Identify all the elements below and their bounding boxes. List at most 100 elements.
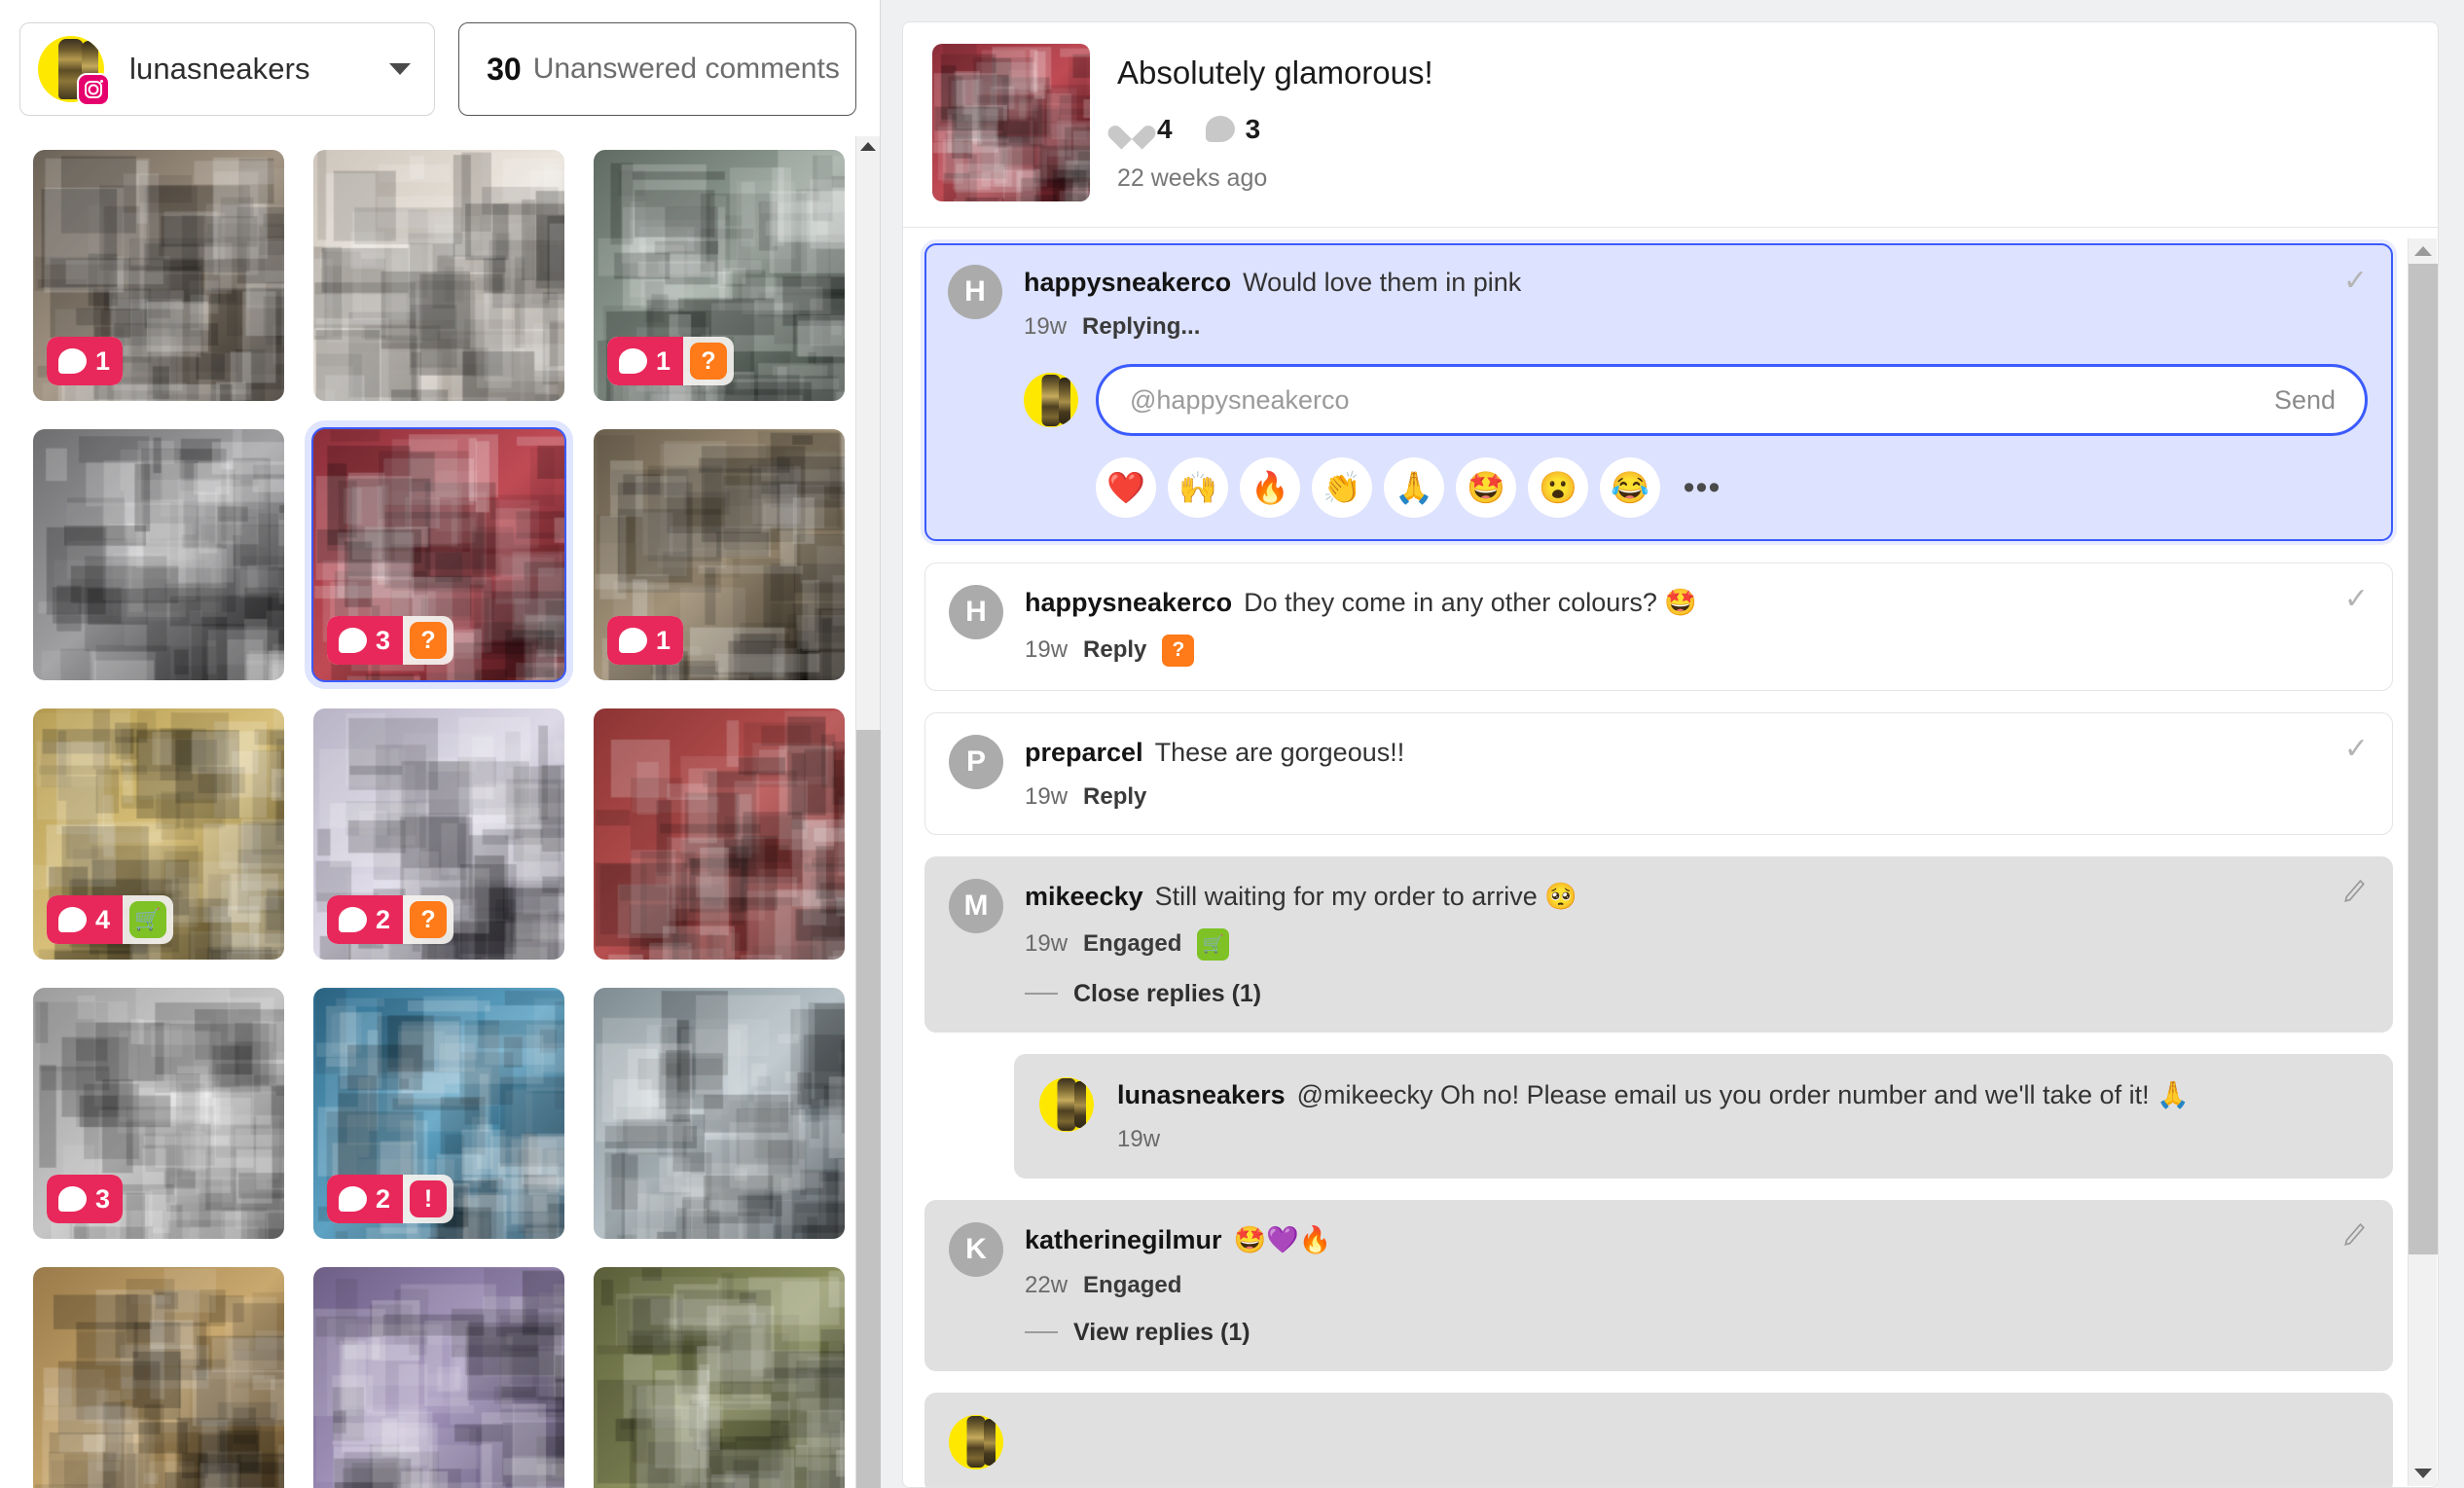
triangle-up-icon[interactable] — [2413, 246, 2432, 256]
comment-bubble-icon — [58, 1186, 87, 1212]
comment-action-reply[interactable]: Reply — [1083, 636, 1146, 664]
reply-input[interactable]: @happysneakerco Send — [1096, 364, 2368, 437]
comment-timestamp: 19w — [1024, 313, 1068, 341]
more-emoji-button[interactable]: ••• — [1672, 457, 1732, 518]
pencil-icon[interactable] — [2341, 877, 2367, 906]
comment-count-badge: 4 — [47, 895, 124, 944]
nested-reply-username[interactable]: lunasneakers — [1117, 1080, 1286, 1109]
media-panel: lunasneakers 30 Unanswered comments 1 1? 3… — [0, 0, 881, 1488]
media-grid-item[interactable]: 1? — [594, 150, 845, 401]
check-icon[interactable]: ✓ — [2343, 267, 2368, 296]
comment-count: 3 — [1245, 113, 1261, 144]
comment-item[interactable] — [924, 1392, 2393, 1487]
triangle-up-icon[interactable] — [860, 142, 876, 151]
like-stat: 4 — [1117, 114, 1173, 145]
media-thumbnail — [594, 1267, 845, 1488]
emoji-button-2[interactable]: 🙌 — [1168, 457, 1228, 519]
comment-count-badge: 1 — [607, 616, 684, 665]
comment-text: These are gorgeous!! — [1154, 737, 1405, 767]
comment-timestamp: 19w — [1025, 930, 1069, 958]
comment-item[interactable]: Ppreparcel These are gorgeous!! 19w Reply ✓ — [924, 711, 2393, 836]
comment-username[interactable]: mikeecky — [1025, 882, 1143, 911]
emoji-button-1[interactable]: ❤️ — [1096, 457, 1156, 519]
comment-count-value: 3 — [95, 1183, 111, 1214]
comment-username[interactable]: preparcel — [1025, 738, 1143, 767]
media-grid-item[interactable] — [594, 988, 845, 1239]
comment-text-line: happysneakerco Would love them in pink — [1024, 265, 2368, 300]
comment-bubble-icon — [339, 907, 367, 932]
media-grid-item[interactable] — [33, 1267, 284, 1488]
comment-action-reply[interactable]: Reply — [1083, 783, 1146, 811]
media-thumbnail — [594, 708, 845, 960]
toggle-replies-link[interactable]: Close replies (1) — [1025, 980, 2367, 1008]
comment-action-engaged[interactable]: Engaged — [1083, 1272, 1181, 1299]
unanswered-comments-filter[interactable]: 30 Unanswered comments — [458, 22, 856, 116]
media-badges: 1 — [607, 616, 684, 665]
scrollbar-thumb[interactable] — [2409, 264, 2438, 1254]
media-grid-item[interactable] — [33, 429, 284, 680]
comment-item[interactable]: Mmikeecky Still waiting for my order to a… — [924, 856, 2393, 1033]
question-icon: ? — [690, 343, 728, 380]
media-grid-item[interactable]: 3 — [33, 988, 284, 1239]
pencil-icon[interactable] — [2341, 1220, 2367, 1250]
instagram-icon — [77, 73, 110, 106]
media-grid-item[interactable]: 1 — [33, 150, 284, 401]
check-icon[interactable]: ✓ — [2344, 734, 2369, 764]
media-grid-item[interactable] — [313, 150, 564, 401]
comment-count-badge: 1 — [607, 337, 684, 385]
comment-meta: 22w Engaged — [1025, 1272, 2367, 1299]
media-grid-item[interactable] — [594, 708, 845, 960]
media-grid-scrollbar[interactable] — [855, 136, 881, 1488]
media-grid-item[interactable]: 4 🛒 — [33, 708, 284, 960]
emoji-button-5[interactable]: 🙏 — [1384, 457, 1444, 519]
comment-username[interactable]: happysneakerco — [1025, 588, 1232, 617]
media-grid-item[interactable]: 3? — [311, 427, 566, 682]
chevron-down-icon[interactable] — [389, 63, 412, 75]
media-grid: 1 1? 3? 1 4 🛒 2? 3 2! — [33, 150, 845, 1488]
comment-timestamp: 19w — [1025, 636, 1069, 664]
comment-item[interactable]: Hhappysneakerco Would love them in pink 19… — [924, 243, 2393, 542]
media-grid-item[interactable]: 1 — [594, 429, 845, 680]
media-grid-item[interactable]: 2! — [313, 988, 564, 1239]
comment-bubble-icon — [1205, 116, 1235, 143]
unanswered-label: Unanswered comments — [532, 53, 840, 85]
comment-meta: 19w Replying... — [1024, 313, 2368, 341]
scrollbar-thumb[interactable] — [856, 730, 881, 1488]
comment-stat: 3 — [1205, 113, 1261, 145]
account-avatar — [38, 36, 110, 106]
emoji-button-8[interactable]: 😂 — [1600, 457, 1660, 519]
comment-item[interactable]: Kkatherinegilmur 🤩💜🔥 22w Engaged View replie… — [924, 1200, 2393, 1371]
comment-item[interactable]: Hhappysneakerco Do they come in any other… — [924, 563, 2393, 691]
comment-username[interactable]: happysneakerco — [1024, 268, 1231, 297]
comments-scrollbar[interactable] — [2408, 238, 2438, 1486]
triangle-down-icon[interactable] — [2413, 1469, 2432, 1478]
comment-count-badge: 3 — [47, 1175, 124, 1223]
comment-count-value: 3 — [376, 625, 391, 655]
avatar: M — [949, 879, 1003, 934]
post-header: Absolutely glamorous! 4 3 22 weeks ago — [903, 22, 2438, 228]
emoji-button-6[interactable]: 🤩 — [1456, 457, 1516, 519]
media-grid-item[interactable]: 2? — [313, 708, 564, 960]
media-grid-item[interactable] — [594, 1267, 845, 1488]
media-badges: 1 — [47, 337, 124, 385]
media-status-badge: ? — [683, 337, 734, 385]
comment-username[interactable]: katherinegilmur — [1025, 1225, 1222, 1254]
send-button[interactable]: Send — [2274, 385, 2336, 416]
emoji-button-7[interactable]: 😮 — [1528, 457, 1588, 519]
media-status-badge: ? — [403, 895, 453, 944]
media-status-badge: 🛒 — [123, 895, 173, 944]
comment-text-line: happysneakerco Do they come in any other … — [1025, 585, 2367, 620]
emoji-button-4[interactable]: 👏 — [1312, 457, 1372, 519]
comment-action-replying[interactable]: Replying... — [1082, 313, 1200, 341]
check-icon[interactable]: ✓ — [2344, 585, 2369, 614]
comment-action-engaged[interactable]: Engaged — [1083, 930, 1181, 958]
cart-icon: 🛒 — [129, 901, 167, 938]
media-badges: 3 — [47, 1175, 124, 1223]
toggle-replies-link[interactable]: View replies (1) — [1025, 1319, 2367, 1347]
comment-count-value: 2 — [376, 904, 391, 934]
comment-body: mikeecky Still waiting for my order to ar… — [1025, 879, 2367, 1007]
account-selector[interactable]: lunasneakers — [19, 22, 436, 116]
emoji-button-3[interactable]: 🔥 — [1240, 457, 1300, 519]
media-grid-item[interactable] — [313, 1267, 564, 1488]
media-grid-scroll: 1 1? 3? 1 4 🛒 2? 3 2! — [0, 136, 856, 1488]
